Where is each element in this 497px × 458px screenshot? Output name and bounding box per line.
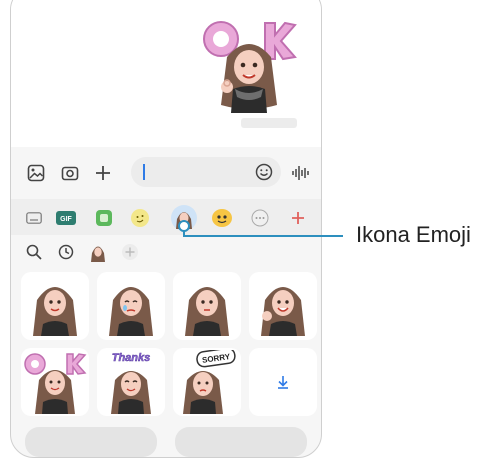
sticker-item[interactable]: SORRY	[173, 348, 241, 416]
recent-icon[interactable]	[55, 241, 77, 263]
sent-sticker-text: OK	[247, 30, 249, 32]
emoji-sticker-icon[interactable]	[129, 207, 151, 229]
add-avatar-icon[interactable]	[119, 241, 141, 263]
chat-area: OK	[11, 0, 321, 147]
keyboard-icon[interactable]	[23, 207, 45, 229]
more-stickers-icon[interactable]	[249, 207, 271, 229]
search-icon[interactable]	[23, 241, 45, 263]
bottom-action-button-right[interactable]	[175, 427, 307, 457]
message-input[interactable]	[131, 157, 281, 187]
bitmoji-icon[interactable]	[211, 207, 233, 229]
svg-text:GIF: GIF	[60, 216, 72, 223]
sticker-icon[interactable]	[93, 207, 115, 229]
plus-icon[interactable]	[91, 161, 115, 185]
bottom-action-button-left[interactable]	[25, 427, 157, 457]
sticker-item[interactable]	[97, 272, 165, 340]
text-caret	[143, 164, 145, 180]
camera-icon[interactable]	[59, 162, 81, 184]
emoji-sticker-subbar	[11, 237, 321, 267]
avatar-icon[interactable]	[87, 240, 109, 264]
message-input-row	[11, 157, 321, 189]
gallery-icon[interactable]	[25, 162, 47, 184]
sent-emoji-sticker[interactable]: OK	[201, 17, 297, 113]
gif-icon[interactable]: GIF	[55, 207, 77, 229]
sticker-item[interactable]	[173, 272, 241, 340]
add-icon[interactable]	[287, 207, 309, 229]
sticker-download-item[interactable]	[249, 348, 317, 416]
sticker-item[interactable]: Thanks	[97, 348, 165, 416]
voice-icon[interactable]	[289, 162, 313, 184]
phone-frame: OK GIF OK Thanks SORRY	[10, 0, 322, 458]
smiley-icon[interactable]	[255, 163, 273, 181]
sticker-tab-bar: GIF	[11, 199, 321, 235]
download-icon[interactable]	[274, 373, 292, 391]
sticker-item[interactable]	[249, 272, 317, 340]
sticker-item[interactable]: OK	[21, 348, 89, 416]
callout-label: Ikona Emoji	[356, 222, 471, 247]
callout-line	[183, 235, 343, 237]
sticker-item[interactable]	[21, 272, 89, 340]
sticker-text: OK	[55, 357, 57, 359]
sticker-timestamp-bar	[241, 118, 297, 128]
sticker-text: Thanks	[112, 352, 151, 364]
